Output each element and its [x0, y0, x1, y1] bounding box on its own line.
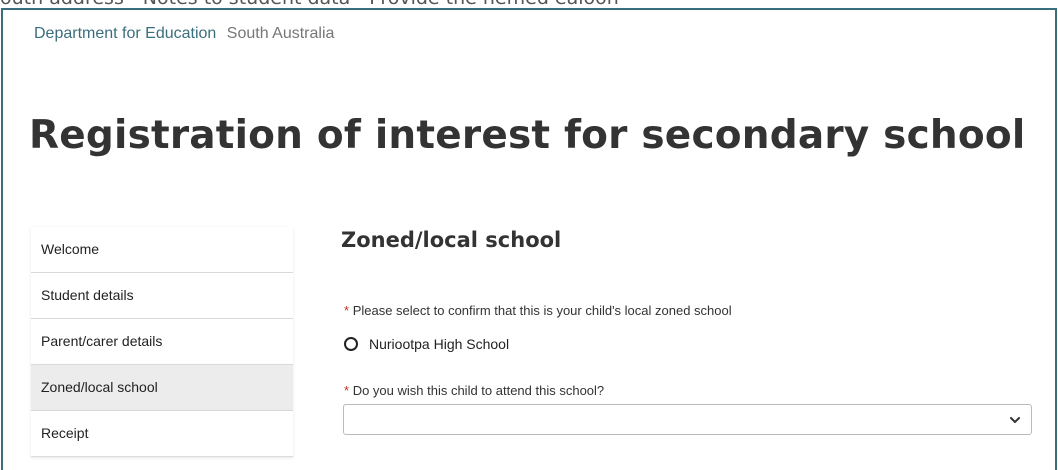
school-option-label[interactable]: Nuriootpa High School — [369, 336, 509, 352]
department-name[interactable]: Department for Education — [34, 25, 216, 42]
school-radio-option[interactable]: Nuriootpa High School — [344, 336, 509, 352]
confirm-school-question: * Please select to confirm that this is … — [344, 303, 732, 318]
chevron-down-icon — [1010, 417, 1020, 423]
sidebar-item-receipt[interactable]: Receipt — [31, 411, 293, 457]
required-marker: * — [344, 383, 350, 398]
sidebar-item-student-details[interactable]: Student details — [31, 273, 293, 319]
page-title: Registration of interest for secondary s… — [29, 113, 1026, 158]
attend-school-question-text: Do you wish this child to attend this sc… — [352, 383, 605, 398]
section-title: Zoned/local school — [341, 228, 562, 252]
state-name: South Australia — [226, 25, 335, 42]
attend-school-select[interactable] — [343, 404, 1032, 435]
radio-unchecked-icon[interactable] — [344, 337, 358, 351]
confirm-school-question-text: Please select to confirm that this is yo… — [352, 303, 732, 318]
sidebar-item-parent-carer-details[interactable]: Parent/carer details — [31, 319, 293, 365]
sidebar-nav: Welcome Student details Parent/carer det… — [31, 227, 293, 457]
site-header: Department for Education South Australia — [34, 25, 334, 43]
sidebar-item-zoned-local-school[interactable]: Zoned/local school — [31, 365, 293, 411]
attend-school-question: * Do you wish this child to attend this … — [344, 383, 604, 398]
required-marker: * — [344, 303, 350, 318]
sidebar-item-welcome[interactable]: Welcome — [31, 227, 293, 273]
